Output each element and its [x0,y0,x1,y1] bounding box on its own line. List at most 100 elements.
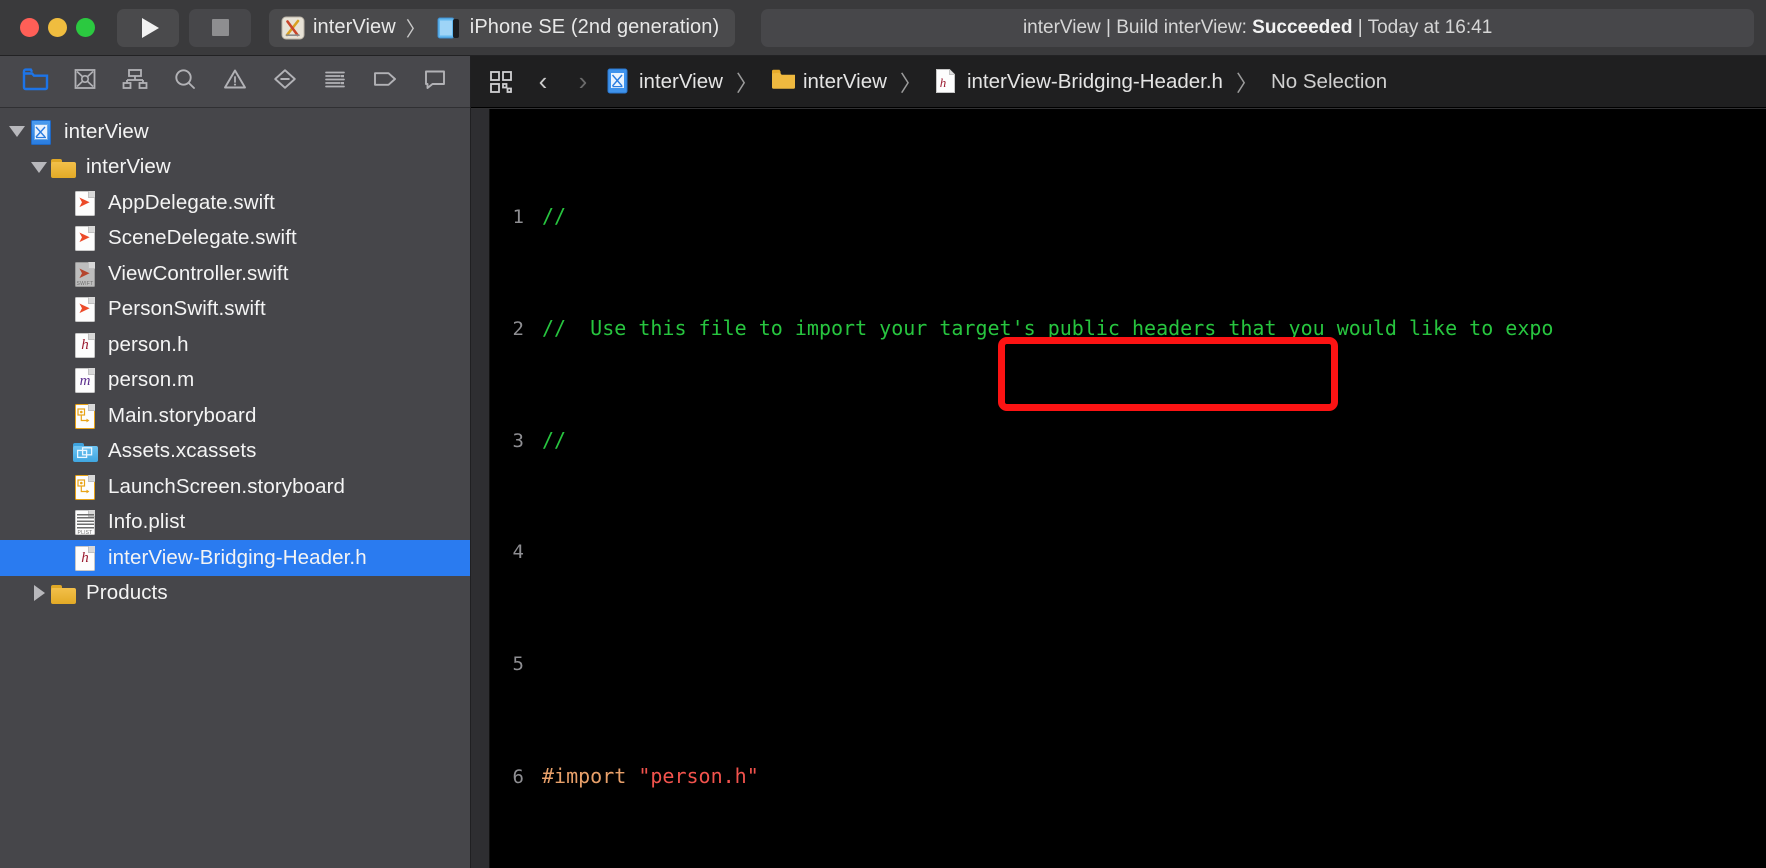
disclosure-triangle-open[interactable] [28,150,50,186]
status-message: interView | Build interView: Succeeded |… [1023,17,1492,39]
import-keyword: #import [542,764,639,788]
project-navigator-tree[interactable]: interView interView ➤ AppDelegate.swift … [0,108,470,868]
plist-file-icon: PLIST [72,508,98,536]
storyboard-file-icon [72,473,98,501]
scheme-project-name: interView [313,16,396,38]
tree-row-label: person.h [108,332,189,356]
tree-row-file[interactable]: ➤ SWIFT ViewController.swift [0,256,470,292]
folder-icon [22,67,49,96]
activity-status-bar[interactable]: interView | Build interView: Succeeded |… [761,8,1754,47]
editor-jump-bar: ‹ › interView 〉 interView 〉 h interView-… [471,56,1766,108]
stop-button[interactable] [189,8,251,47]
code-content[interactable]: 1 // 2 // Use this file to import your t… [490,109,1766,868]
list-lines-icon [322,67,348,96]
tree-row-label: Main.storyboard [108,403,257,427]
tree-row-file[interactable]: Main.storyboard [0,398,470,434]
breadcrumb-separator: 〉 [899,70,922,96]
swift-file-dim-icon: ➤ SWIFT [72,260,98,288]
tree-row-file[interactable]: h person.h [0,327,470,363]
related-items-icon[interactable] [479,62,523,102]
disclosure-triangle-closed[interactable] [28,576,50,612]
xcode-window: interView 〉 iPhone SE (2nd generation) i… [0,0,1766,868]
scheme-destination: iPhone SE (2nd generation) [469,16,720,38]
line-text: #import "person.h" [542,762,759,790]
navigator-tab-test[interactable] [260,62,310,102]
scheme-separator: 〉 [405,19,426,41]
tree-row-label: Assets.xcassets [108,439,257,463]
storyboard-file-icon [72,402,98,430]
header-file-icon: h [72,331,98,359]
tree-row-label: interView [86,155,171,179]
navigate-forward-button[interactable]: › [563,62,603,102]
scheme-selector[interactable]: interView 〉 iPhone SE (2nd generation) [269,8,736,47]
line-number: 6 [512,766,524,788]
tree-row-group-folder[interactable]: interView [0,150,470,186]
minimize-window-button[interactable] [48,18,67,37]
breadcrumb-separator: 〉 [735,70,758,96]
run-button[interactable] [117,8,179,47]
line-number: 1 [512,206,524,228]
code-line: 2 // Use this file to import your target… [490,314,1766,342]
assets-folder-icon [72,437,98,465]
tree-row-file[interactable]: ➤ PersonSwift.swift [0,292,470,328]
editor-gutter-strip [471,109,490,868]
play-icon [142,17,159,38]
status-prefix: interView | Build interView: [1022,16,1253,38]
breadcrumb-item-project[interactable]: interView [639,70,723,94]
breadcrumb-item-group[interactable]: interView [803,70,887,94]
navigator-tab-issue[interactable] [210,62,260,102]
code-line: 5 [490,650,1766,678]
tree-row-file[interactable]: LaunchScreen.storyboard [0,469,470,505]
navigator-tab-project[interactable] [10,62,60,102]
xcode-app-icon [281,16,305,40]
navigator-panel: interView interView ➤ AppDelegate.swift … [0,56,471,868]
folder-yellow-icon [771,68,795,95]
warning-triangle-icon [222,67,248,96]
tree-row-file[interactable]: PLIST Info.plist [0,505,470,541]
tree-row-label: Info.plist [108,510,186,534]
traffic-light-group [20,18,95,37]
status-result: Succeeded [1252,16,1353,38]
folder-yellow-icon [50,579,76,607]
search-icon [172,67,198,96]
editor-panel: ‹ › interView 〉 interView 〉 h interView-… [471,56,1766,868]
tree-row-file[interactable]: Assets.xcassets [0,434,470,470]
navigator-tab-symbol[interactable] [110,62,160,102]
navigator-tab-source-control[interactable] [60,62,110,102]
tree-row-label: Products [86,581,168,605]
close-window-button[interactable] [20,18,39,37]
tree-row-file[interactable]: m person.m [0,363,470,399]
source-code-editor[interactable]: 1 // 2 // Use this file to import your t… [471,108,1766,868]
tree-row-label: AppDelegate.swift [108,190,275,214]
disclosure-triangle-open[interactable] [6,114,28,150]
tree-row-group-folder[interactable]: Products [0,576,470,612]
tree-row-file[interactable]: ➤ AppDelegate.swift [0,185,470,221]
line-number: 3 [512,430,524,452]
xcodeproj-icon [28,118,54,146]
code-line: 3 // [490,426,1766,454]
tree-row-file-selected[interactable]: h interView-Bridging-Header.h [0,540,470,576]
code-line: 1 // [490,202,1766,230]
navigator-tab-bar [0,56,470,108]
objc-file-icon: m [72,366,98,394]
tree-row-label: SceneDelegate.swift [108,226,297,250]
xcodeproj-icon [607,68,631,95]
zoom-window-button[interactable] [76,18,95,37]
navigator-tab-breakpoint[interactable] [360,62,410,102]
line-text: // [542,204,567,228]
breadcrumb-item-selection[interactable]: No Selection [1271,70,1387,94]
breadcrumb-item-file[interactable]: interView-Bridging-Header.h [967,70,1223,94]
diamond-minus-icon [272,67,298,96]
import-string: "person.h" [638,764,759,788]
code-line-import: 6 #import "person.h" [490,762,1766,790]
swift-file-icon: ➤ [72,224,98,252]
navigate-back-button[interactable]: ‹ [523,62,563,102]
navigator-tab-find[interactable] [160,62,210,102]
tree-row-xcodeproj[interactable]: interView [0,114,470,150]
navigator-tab-report[interactable] [410,62,460,102]
navigator-tab-debug[interactable] [310,62,360,102]
tree-row-file[interactable]: ➤ SceneDelegate.swift [0,221,470,257]
tag-icon [372,67,398,96]
tree-row-label: interView [64,119,149,143]
hierarchy-icon [122,67,148,96]
